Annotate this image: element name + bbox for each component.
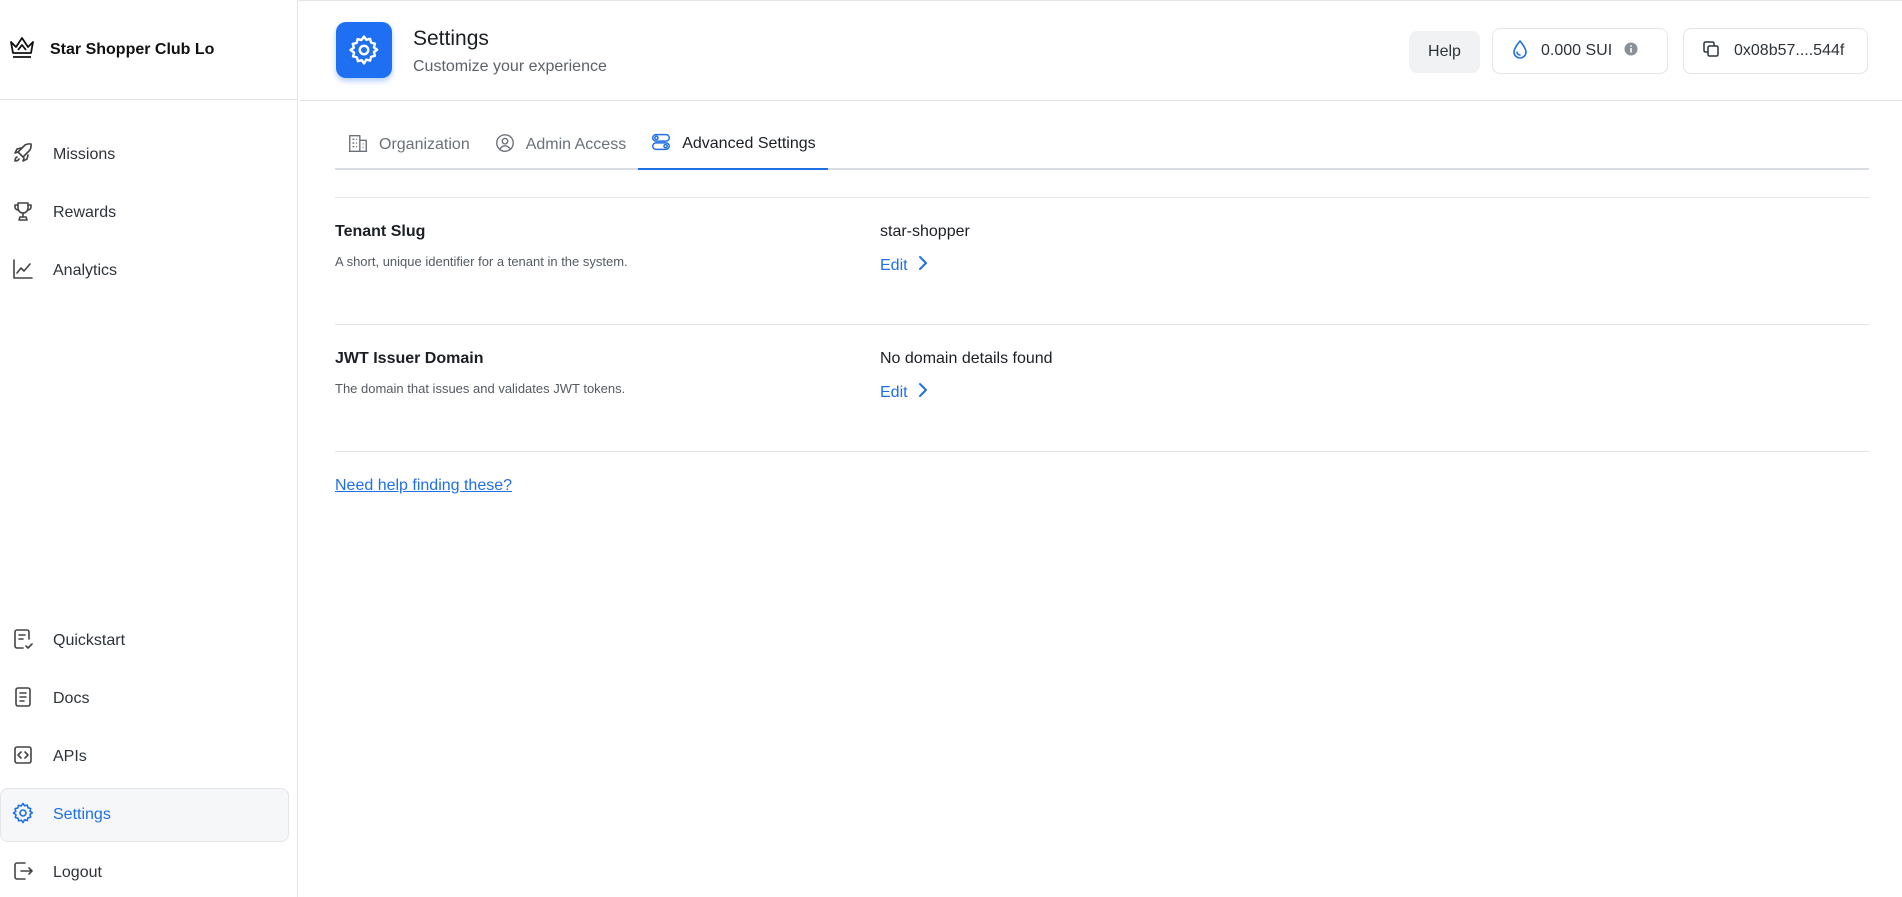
sidebar-nav-top: Missions Rewards Analytics — [0, 128, 297, 302]
setting-description: A short, unique identifier for a tenant … — [335, 254, 628, 269]
sidebar: Star Shopper Club Lo Missions Rewards An… — [0, 0, 298, 897]
setting-label-jwt-issuer-domain: JWT Issuer Domain — [335, 350, 484, 367]
sidebar-item-analytics[interactable]: Analytics — [0, 244, 289, 298]
tab-admin-access[interactable]: Admin Access — [482, 120, 638, 170]
wallet-address-button[interactable]: 0x08b57....544f — [1683, 28, 1868, 74]
setting-value-jwt-issuer-domain: No domain details found — [880, 350, 1053, 367]
tab-label: Organization — [379, 136, 470, 153]
edit-tenant-slug-button[interactable]: Edit — [880, 255, 928, 276]
sidebar-nav-bottom: Quickstart Docs APIs Settings Logout — [0, 614, 297, 897]
sui-balance[interactable]: 0.000 SUI — [1492, 28, 1668, 74]
sidebar-item-docs[interactable]: Docs — [0, 672, 289, 726]
page-title: Settings — [413, 27, 489, 50]
sidebar-item-label: Docs — [53, 690, 90, 707]
balance-value: 0.000 SUI — [1541, 42, 1613, 59]
brand-logo-icon — [8, 33, 36, 66]
divider — [335, 324, 1869, 325]
sidebar-item-label: Rewards — [53, 204, 117, 221]
copy-icon — [1702, 40, 1720, 63]
rocket-icon — [11, 141, 35, 170]
sidebar-item-label: Quickstart — [53, 632, 126, 649]
edit-label: Edit — [880, 256, 908, 274]
sidebar-item-label: Missions — [53, 146, 116, 163]
tab-advanced-settings[interactable]: Advanced Settings — [638, 120, 828, 170]
brand-name: Star Shopper Club Lo — [50, 40, 215, 58]
gear-icon — [11, 801, 35, 830]
sidebar-item-quickstart[interactable]: Quickstart — [0, 614, 289, 668]
tab-label: Advanced Settings — [682, 135, 816, 152]
divider — [335, 197, 1869, 198]
chevron-right-icon — [918, 255, 928, 276]
sidebar-item-missions[interactable]: Missions — [0, 128, 289, 182]
setting-description: The domain that issues and validates JWT… — [335, 381, 626, 396]
code-icon — [11, 743, 35, 772]
info-icon[interactable] — [1624, 42, 1638, 61]
settings-tabs: Organization Admin Access Advanced Setti… — [335, 120, 1869, 170]
brand[interactable]: Star Shopper Club Lo — [0, 0, 297, 100]
help-finding-link[interactable]: Need help finding these? — [335, 477, 512, 495]
tab-label: Admin Access — [525, 136, 627, 153]
top-header: Settings Customize your experience Help … — [299, 0, 1902, 101]
wallet-address: 0x08b57....544f — [1734, 42, 1845, 59]
help-button[interactable]: Help — [1409, 31, 1480, 73]
setting-label-tenant-slug: Tenant Slug — [335, 223, 426, 240]
edit-jwt-issuer-domain-button[interactable]: Edit — [880, 382, 928, 403]
trophy-icon — [11, 199, 35, 228]
line-chart-icon — [11, 257, 35, 286]
sidebar-item-logout[interactable]: Logout — [0, 846, 289, 897]
toggles-icon — [650, 131, 672, 158]
sidebar-item-label: Analytics — [53, 262, 118, 279]
user-circle-icon — [494, 132, 516, 159]
settings-app-icon — [336, 22, 392, 78]
setting-value-tenant-slug: star-shopper — [880, 223, 970, 240]
divider — [335, 451, 1869, 452]
logout-icon — [11, 859, 35, 888]
sidebar-item-settings[interactable]: Settings — [0, 788, 289, 842]
droplet-icon — [1511, 39, 1529, 64]
tab-organization[interactable]: Organization — [335, 120, 482, 170]
sidebar-item-label: Settings — [53, 806, 111, 823]
quickstart-doc-icon — [11, 627, 35, 656]
edit-label: Edit — [880, 383, 908, 401]
document-icon — [11, 685, 35, 714]
page-subtitle: Customize your experience — [413, 58, 607, 75]
sidebar-item-label: Logout — [53, 864, 102, 881]
chevron-right-icon — [918, 382, 928, 403]
building-icon — [347, 132, 369, 159]
sidebar-item-label: APIs — [53, 748, 87, 765]
sidebar-item-rewards[interactable]: Rewards — [0, 186, 289, 240]
sidebar-item-apis[interactable]: APIs — [0, 730, 289, 784]
